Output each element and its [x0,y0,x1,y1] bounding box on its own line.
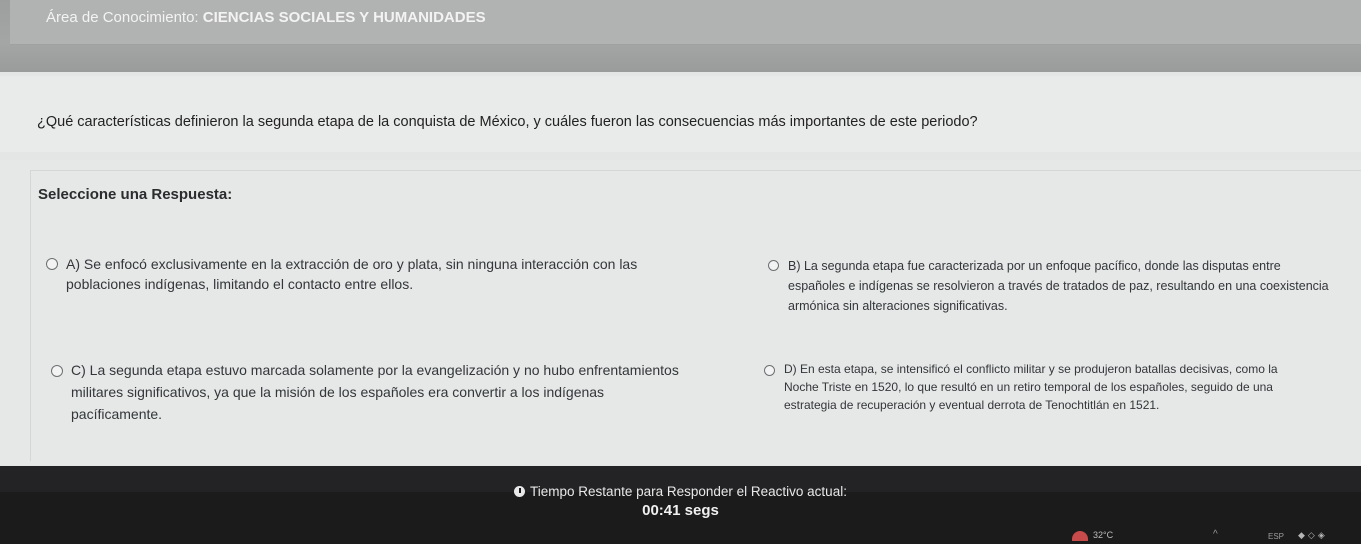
language-indicator[interactable]: ESP [1268,532,1284,541]
answer-b-line-3: armónica sin alteraciones significativas… [788,299,1008,313]
area-bar: Área de Conocimiento: CIENCIAS SOCIALES … [10,0,1361,45]
answer-option-a-text: A) Se enfocó exclusivamente en la extrac… [66,254,637,294]
timer-label: Tiempo Restante para Responder el Reacti… [0,484,1361,499]
answer-b-line-2: españoles e indígenas se resolvieron a t… [788,279,1329,293]
radio-c[interactable] [51,365,63,377]
answer-d-line-3: estrategia de recuperación y eventual de… [784,398,1160,412]
answer-b-line-1: B) La segunda etapa fue caracterizada po… [788,259,1281,273]
answer-option-b-text: B) La segunda etapa fue caracterizada po… [788,256,1329,316]
question-panel: ¿Qué características definieron la segun… [0,76,1361,152]
radio-d[interactable] [764,365,775,376]
tray-chevron-icon[interactable]: ^ [1213,529,1218,540]
system-tray-icons[interactable]: ◆◇◈ [1298,530,1328,541]
taskbar [0,522,1361,544]
answer-a-line-2: poblaciones indígenas, limitando el cont… [66,276,414,292]
answer-c-line-3: pacíficamente. [71,406,163,422]
answer-option-c-text: C) La segunda etapa estuvo marcada solam… [71,359,679,425]
answer-c-line-2: militares significativos, ya que la misi… [71,384,605,400]
weather-temperature[interactable]: 32°C [1093,530,1113,540]
question-text: ¿Qué características definieron la segun… [37,114,978,130]
answer-d-line-2: Noche Triste en 1520, lo que resultó en … [784,380,1273,394]
answer-d-line-1: D) En esta etapa, se intensificó el conf… [784,362,1278,376]
timer-value: 00:41 segs [642,502,719,519]
weather-icon[interactable] [1072,531,1088,541]
clock-icon [514,486,526,497]
area-name: CIENCIAS SOCIALES Y HUMANIDADES [202,9,486,26]
area-prefix: Área de Conocimiento: [46,9,203,26]
select-answer-prompt: Seleccione una Respuesta: [38,186,233,203]
radio-a[interactable] [46,258,58,270]
answer-option-d-text: D) En esta etapa, se intensificó el conf… [784,360,1278,414]
timer-label-text: Tiempo Restante para Responder el Reacti… [530,484,847,499]
answer-a-line-1: A) Se enfocó exclusivamente en la extrac… [66,256,638,272]
answer-c-line-1: C) La segunda etapa estuvo marcada solam… [71,362,679,378]
radio-b[interactable] [768,260,779,271]
area-title: Área de Conocimiento: CIENCIAS SOCIALES … [46,9,486,26]
area-header: Área de Conocimiento: CIENCIAS SOCIALES … [0,0,1361,72]
